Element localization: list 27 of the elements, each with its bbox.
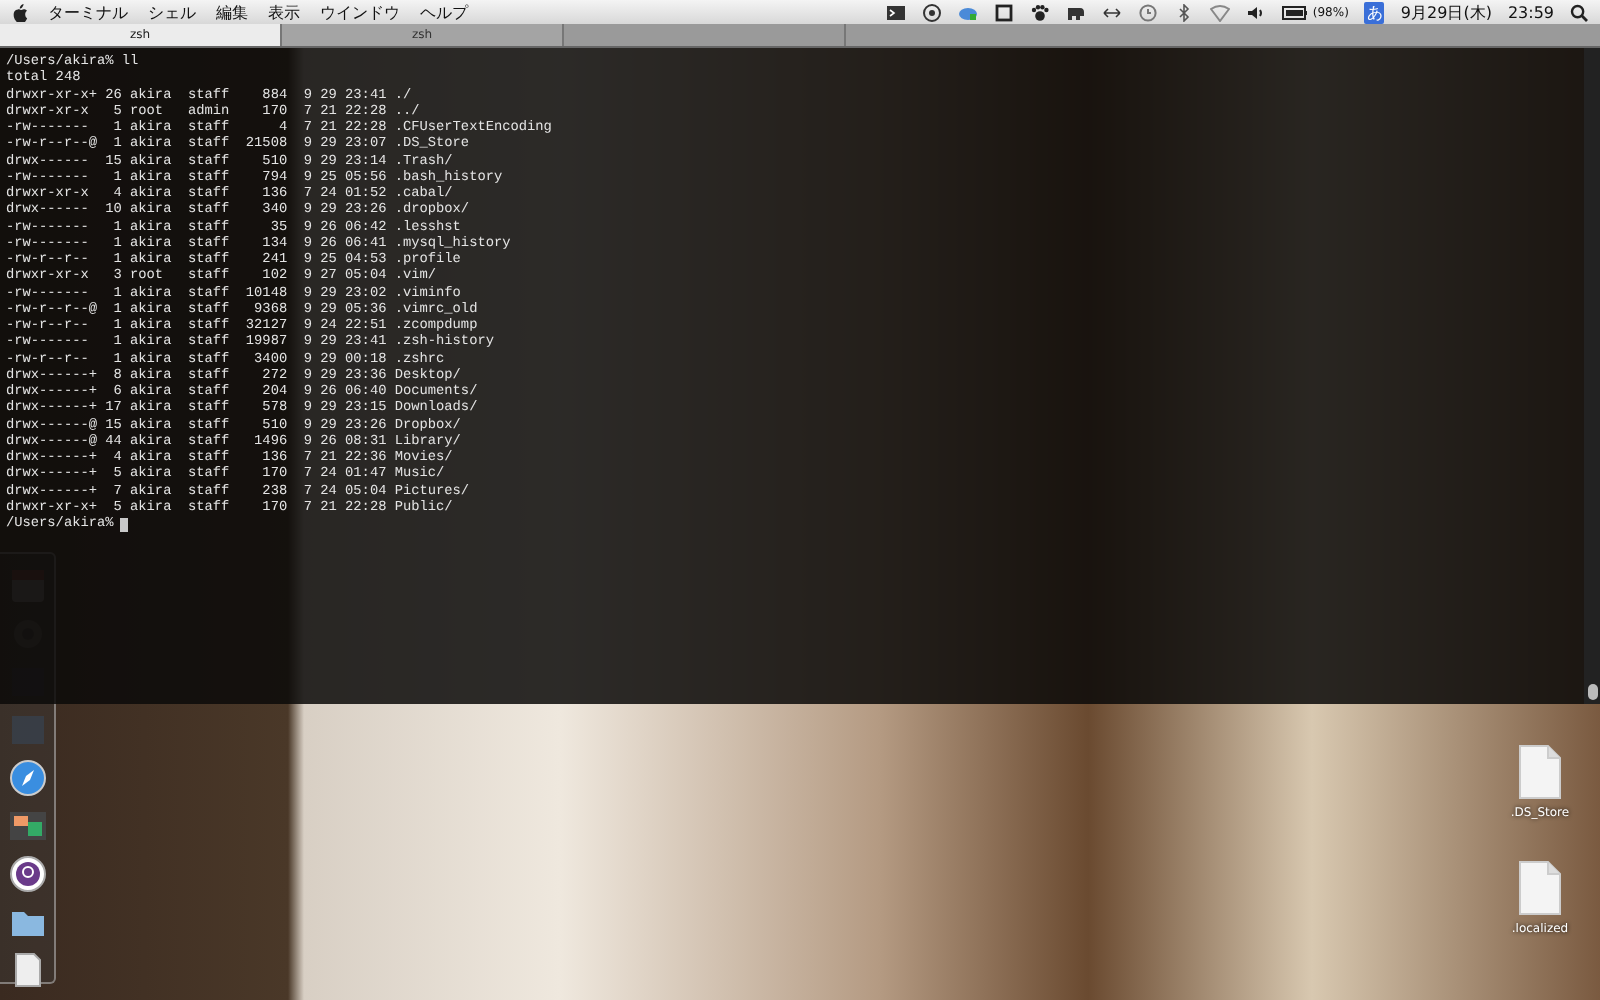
scroll-bar[interactable] bbox=[1584, 48, 1600, 704]
circle-icon[interactable] bbox=[922, 3, 943, 21]
photos-icon[interactable] bbox=[7, 806, 47, 846]
clock-icon[interactable] bbox=[1138, 3, 1159, 21]
speaker-icon[interactable] bbox=[1246, 3, 1267, 21]
wifi-icon[interactable] bbox=[1210, 3, 1231, 21]
emblem-icon[interactable] bbox=[7, 854, 47, 894]
apple-icon[interactable] bbox=[12, 3, 28, 21]
menu-item[interactable]: ターミナル bbox=[48, 1, 128, 23]
paw-icon[interactable] bbox=[1030, 3, 1051, 21]
menu-date[interactable]: 9月29日(木) bbox=[1400, 1, 1492, 23]
text-cursor bbox=[119, 517, 128, 532]
terminal-icon[interactable] bbox=[886, 3, 907, 21]
menu-item[interactable]: シェル bbox=[148, 1, 196, 23]
arrows-icon[interactable] bbox=[1102, 3, 1123, 21]
compass-icon[interactable] bbox=[7, 758, 47, 798]
menu-item[interactable]: 編集 bbox=[216, 1, 248, 23]
battery-icon[interactable] bbox=[1282, 3, 1309, 21]
input-method-indicator[interactable]: あ bbox=[1364, 1, 1385, 23]
menu-item[interactable]: ウインドウ bbox=[320, 1, 400, 23]
menu-clock[interactable]: 23:59 bbox=[1507, 3, 1554, 21]
search-icon[interactable] bbox=[1570, 3, 1588, 21]
bluetooth-icon[interactable] bbox=[1174, 3, 1195, 21]
menu-item[interactable]: ヘルプ bbox=[420, 1, 468, 23]
cloud-icon[interactable] bbox=[958, 3, 979, 21]
menu-item[interactable]: 表示 bbox=[268, 1, 300, 23]
square-icon[interactable] bbox=[994, 3, 1015, 21]
